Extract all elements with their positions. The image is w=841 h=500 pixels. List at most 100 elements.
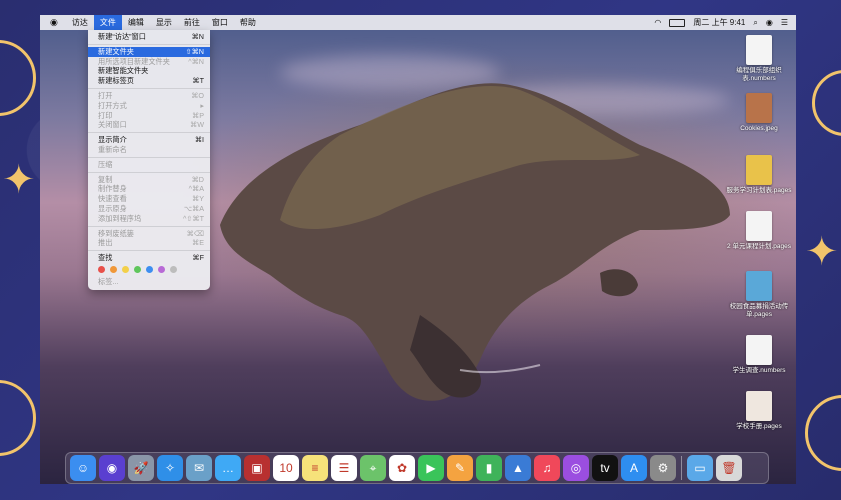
trash-icon[interactable]: 🗑 [716,455,742,481]
desktop-file[interactable]: 2 单元课程计划.pages [724,211,794,251]
menu-view[interactable]: 显示 [150,15,178,30]
safari-icon[interactable]: ✧ [157,455,183,481]
photo-booth-icon[interactable]: ▣ [244,455,270,481]
menu-item-shortcut: ⌘E [192,238,204,248]
file-menu-item: 添加到程序坞 ^⇧⌘T [88,214,210,224]
menu-help[interactable]: 帮助 [234,15,262,30]
desktop-file-label: 服务学习计划表.pages [726,187,792,194]
desktop-file[interactable]: 校园食品募捐活动传单.pages [724,271,794,319]
desktop-file-label: 校园食品募捐活动传单.pages [729,303,789,318]
maps-icon[interactable]: ⌖ [360,455,386,481]
menu-item-label: 快速查看 [98,194,127,204]
menu-finder[interactable]: 访达 [66,15,94,30]
tag-color-dot[interactable] [110,266,117,274]
apple-logo-icon[interactable]: ◉ [40,15,66,30]
menu-separator [88,43,210,45]
file-menu-item: 推出 ⌘E [88,238,210,248]
pages-app-icon[interactable]: ✎ [447,455,473,481]
desktop-file[interactable]: Cookies.jpeg [724,93,794,133]
file-menu-item: 快速查看 ⌘Y [88,194,210,204]
menu-item-shortcut: ⌘W [190,120,204,130]
desktop-file[interactable]: 服务学习计划表.pages [724,155,794,195]
menu-file[interactable]: 文件 [93,15,122,30]
reminders-icon[interactable]: ☰ [331,455,357,481]
battery-icon[interactable] [669,18,686,27]
facetime-icon[interactable]: ▶ [418,455,444,481]
file-menu-item[interactable]: 新建文件夹 ⇧⌘N [88,46,210,57]
menu-item-shortcut: ⌥⌘A [183,203,204,213]
menu-window[interactable]: 窗口 [206,15,234,30]
menu-go[interactable]: 前往 [178,15,206,30]
numbers-doc-icon [746,35,772,65]
menu-item-label: 添加到程序坞 [98,213,142,223]
file-menu-item: 标签... [88,277,210,287]
menu-item-label: 打印 [98,110,113,120]
file-menu-item: 压缩 [88,160,210,170]
menu-item-label: 压缩 [98,159,113,169]
menu-item-shortcut: ▸ [200,100,204,110]
menu-item-shortcut: ⇧⌘N [185,46,204,56]
tag-color-dot[interactable] [98,266,105,274]
file-menu-item: 移到废纸篓 ⌘⌫ [88,229,210,239]
siri-icon[interactable]: ◉ [99,455,125,481]
desktop-file-label: Cookies.jpeg [740,125,778,132]
finder-icon[interactable]: ☺ [70,455,96,481]
file-menu-item: 显示原身 ⌥⌘A [88,204,210,214]
music-icon[interactable]: ♫ [534,455,560,481]
file-menu-item[interactable]: 新建标签页 ⌘T [88,76,210,86]
menu-item-label: 新建智能文件夹 [98,66,149,76]
folder-icon[interactable]: ▭ [687,455,713,481]
file-menu-item[interactable]: 新建“访达”窗口 ⌘N [88,32,210,42]
file-menu-item: 打开 ⌘O [88,91,210,101]
podcasts-icon[interactable]: ◎ [563,455,589,481]
file-menu-item[interactable]: 查找 ⌘F [88,253,210,263]
tag-color-dot[interactable] [146,266,153,274]
pages-doc-icon [746,391,772,421]
desktop-file-label: 学生调查.numbers [732,367,786,374]
numbers-app-icon[interactable]: ▮ [476,455,502,481]
tag-color-dot[interactable] [158,266,165,274]
preview-icon[interactable]: ✉ [186,455,212,481]
menu-bar: ◉ 访达 文件 编辑 显示 前往 窗口 帮助 ◠ 周二 上午 9:41 ⌕ ◉ … [40,15,796,30]
file-menu-item[interactable]: 显示简介 ⌘I [88,135,210,145]
messages-icon[interactable]: … [215,455,241,481]
menu-item-shortcut: ^⌘A [188,184,204,194]
menu-separator [88,87,210,89]
sparkle-decoration: ✦ [2,158,36,202]
search-icon[interactable]: ⌕ [753,18,757,28]
wifi-icon[interactable]: ◠ [654,18,661,27]
menu-item-label: 显示简介 [98,135,127,145]
file-menu-dropdown: 新建“访达”窗口 ⌘N 新建文件夹 ⇧⌘N 用所选项目新建文件夹 ^⌘N 新建智能文件夹 新建… [88,30,210,290]
desktop-file[interactable]: 学校手册.pages [724,391,794,431]
app-store-icon[interactable]: A [621,455,647,481]
sparkle-decoration: ✦ [805,230,839,274]
desktop-file-label: 学校手册.pages [736,423,782,430]
file-menu-item[interactable]: 新建智能文件夹 [88,66,210,76]
desktop-file-label: 2 单元课程计划.pages [727,243,791,250]
menu-item-label: 推出 [98,238,113,248]
menubar-clock[interactable]: 周二 上午 9:41 [693,17,745,28]
photos-icon[interactable]: ✿ [389,455,415,481]
file-menu-item: 打印 ⌘P [88,111,210,121]
menu-item-label: 用所选项目新建文件夹 [98,56,170,66]
launchpad-icon[interactable]: 🚀 [128,455,154,481]
file-menu-item: 关闭窗口 ⌘W [88,120,210,130]
tag-colors [88,263,210,277]
gear-icon[interactable]: ⚙ [650,455,676,481]
keynote-app-icon[interactable]: ▲ [505,455,531,481]
desktop-file[interactable]: 编程俱乐部组织表.numbers [724,35,794,83]
desktop-file[interactable]: 学生调查.numbers [724,335,794,375]
menu-item-label: 标签... [98,276,119,286]
file-menu-item: 复制 ⌘D [88,175,210,185]
siri-icon[interactable]: ◉ [766,18,773,27]
calendar-icon[interactable]: 10 [273,455,299,481]
notes-icon[interactable]: ≡ [302,455,328,481]
control-center-icon[interactable]: ☰ [781,18,788,27]
tag-color-dot[interactable] [170,266,177,274]
tv-icon[interactable]: tv [592,455,618,481]
tag-color-dot[interactable] [134,266,141,274]
menu-item-shortcut: ⌘T [192,76,204,86]
tag-color-dot[interactable] [122,266,129,274]
menu-edit[interactable]: 编辑 [122,15,150,30]
pages-doc-icon [746,271,772,301]
